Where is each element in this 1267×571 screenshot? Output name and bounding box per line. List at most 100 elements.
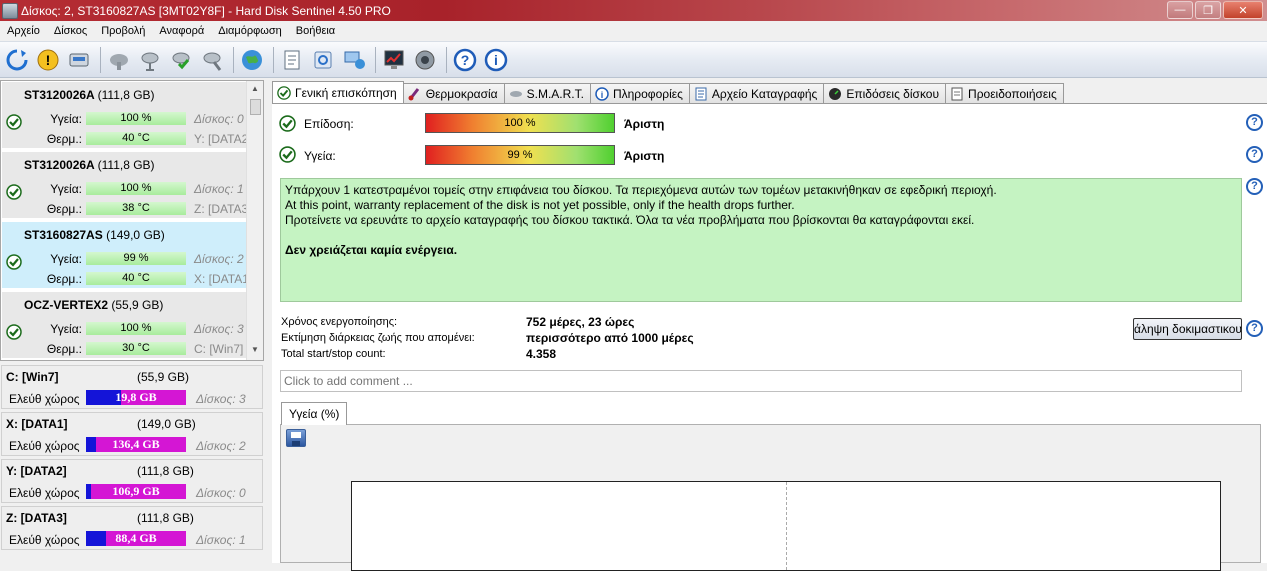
tab-label: S.M.A.R.T. bbox=[526, 86, 584, 101]
tab-health-chart[interactable]: Υγεία (%) bbox=[281, 402, 348, 425]
comment-input[interactable] bbox=[280, 370, 1242, 392]
drive-icon[interactable] bbox=[65, 46, 93, 74]
title-bar: Δίσκος: 2, ST3160827AS [3MT02Y8F] - Hard… bbox=[0, 0, 1267, 21]
toolbar-separator bbox=[375, 46, 376, 73]
disk-card-1[interactable]: ST3120026A (111,8 GB) Υγεία: 100 % Δίσκο… bbox=[2, 152, 248, 220]
free-space-label: Ελεύθ χώρος bbox=[9, 392, 80, 406]
volume-disk: Δίσκος: 2 bbox=[196, 439, 246, 453]
cloud-disk-icon[interactable] bbox=[105, 46, 133, 74]
warning-icon[interactable]: ! bbox=[34, 46, 62, 74]
scroll-up-arrow-icon[interactable]: ▲ bbox=[251, 84, 259, 93]
disk-number: Δίσκος: 2 bbox=[194, 252, 244, 266]
lifetime-label: Εκτίμηση διάρκειας ζωής που απομένει: bbox=[281, 332, 475, 344]
health-bar: 99 % bbox=[425, 145, 615, 165]
tab-bar: Γενική επισκόπηση Θερμοκρασία S.M.A.R.T.… bbox=[272, 81, 1064, 103]
volume-size: (55,9 GB) bbox=[137, 370, 190, 384]
tab-label: Γενική επισκόπηση bbox=[295, 85, 397, 100]
scroll-thumb[interactable] bbox=[250, 99, 261, 115]
scroll-down-arrow-icon[interactable]: ▼ bbox=[251, 345, 259, 354]
free-space-label: Ελεύθ χώρος bbox=[9, 533, 80, 547]
volume-item-1[interactable]: X: [DATA1] (149,0 GB) Ελεύθ χώρος 136,4 … bbox=[1, 412, 263, 456]
save-icon[interactable] bbox=[286, 429, 306, 447]
disk-name: ST3120026A bbox=[24, 88, 95, 102]
temp-label: Θερμ.: bbox=[46, 272, 82, 286]
tab-temperature[interactable]: Θερμοκρασία bbox=[402, 83, 505, 103]
free-space-bar: 106,9 GB bbox=[86, 484, 186, 499]
menu-view[interactable]: Προβολή bbox=[94, 25, 152, 37]
tab-information[interactable]: i Πληροφορίες bbox=[589, 83, 690, 103]
help-icon[interactable]: ? bbox=[451, 46, 479, 74]
disk-card-2[interactable]: ST3160827AS (149,0 GB) Υγεία: 99 % Δίσκο… bbox=[2, 222, 249, 290]
message-line: Υπάρχουν 1 κατεστραμένοι τομείς στην επι… bbox=[285, 183, 997, 197]
maximize-button[interactable]: ❐ bbox=[1195, 1, 1221, 19]
check-icon bbox=[6, 184, 22, 203]
svg-text:i: i bbox=[494, 52, 498, 68]
disk-name: ST3120026A bbox=[24, 158, 95, 172]
close-button[interactable]: ✕ bbox=[1223, 1, 1263, 19]
menu-configuration[interactable]: Διαμόρφωση bbox=[211, 25, 289, 37]
free-space-value: 19,8 GB bbox=[115, 390, 157, 404]
tab-smart[interactable]: S.M.A.R.T. bbox=[503, 83, 591, 103]
disk-number: Δίσκος: 1 bbox=[194, 182, 244, 196]
test-button[interactable]: άληψη δοκιμαστικου bbox=[1133, 318, 1242, 340]
help-icon[interactable]: ? bbox=[1246, 146, 1263, 163]
temp-label: Θερμ.: bbox=[46, 202, 82, 216]
disk-check-icon[interactable] bbox=[167, 46, 195, 74]
volume-size: (149,0 GB) bbox=[137, 417, 196, 431]
tab-performance[interactable]: Επιδόσεις δίσκου bbox=[823, 83, 947, 103]
monitor-chart-icon[interactable] bbox=[380, 46, 408, 74]
volume-item-0[interactable]: C: [Win7] (55,9 GB) Ελεύθ χώρος 19,8 GB … bbox=[1, 365, 263, 409]
window-controls: — ❐ ✕ bbox=[1167, 1, 1263, 19]
disk-card-3[interactable]: OCZ-VERTEX2 (55,9 GB) Υγεία: 100 % Δίσκο… bbox=[2, 292, 246, 360]
tab-overview[interactable]: Γενική επισκόπηση bbox=[272, 81, 404, 103]
volume-ref: Y: [DATA2 bbox=[194, 132, 249, 146]
svg-text:i: i bbox=[601, 90, 604, 100]
free-space-bar: 136,4 GB bbox=[86, 437, 186, 452]
help-icon[interactable]: ? bbox=[1246, 320, 1263, 337]
globe-icon[interactable] bbox=[238, 46, 266, 74]
tab-alerts[interactable]: Προειδοποιήσεις bbox=[945, 83, 1064, 103]
check-icon bbox=[279, 115, 296, 135]
disk-network-icon[interactable] bbox=[136, 46, 164, 74]
health-label: Υγεία: bbox=[50, 322, 82, 336]
gauge-icon bbox=[828, 87, 842, 101]
speaker-icon[interactable] bbox=[411, 46, 439, 74]
network-monitor-icon[interactable] bbox=[340, 46, 368, 74]
tab-label: Επιδόσεις δίσκου bbox=[846, 86, 940, 101]
temp-label: Θερμ.: bbox=[46, 342, 82, 356]
performance-rating: Άριστη bbox=[624, 117, 665, 131]
health-rating: Άριστη bbox=[624, 149, 665, 163]
volume-size: (111,8 GB) bbox=[137, 511, 194, 525]
menu-report[interactable]: Αναφορά bbox=[152, 25, 211, 37]
disk-card-0[interactable]: ST3120026A (111,8 GB) Υγεία: 100 % Δίσκο… bbox=[2, 82, 249, 150]
health-bar: 100 % bbox=[86, 182, 186, 195]
disk-list-scrollbar[interactable]: ▲ ▼ bbox=[246, 81, 263, 360]
sync-icon[interactable] bbox=[309, 46, 337, 74]
report-icon[interactable] bbox=[278, 46, 306, 74]
volume-item-2[interactable]: Y: [DATA2] (111,8 GB) Ελεύθ χώρος 106,9 … bbox=[1, 459, 263, 503]
volume-item-3[interactable]: Z: [DATA3] (111,8 GB) Ελεύθ χώρος 88,4 G… bbox=[1, 506, 263, 550]
thermometer-icon bbox=[408, 87, 422, 101]
menu-disk[interactable]: Δίσκος bbox=[47, 25, 94, 37]
log-icon bbox=[694, 87, 708, 101]
menu-file[interactable]: Αρχείο bbox=[0, 25, 47, 37]
disk-smart-icon bbox=[509, 87, 523, 101]
volume-ref: X: [DATA1 bbox=[194, 272, 249, 286]
performance-bar: 100 % bbox=[425, 113, 615, 133]
toolbar-separator bbox=[273, 46, 274, 73]
disk-name: OCZ-VERTEX2 bbox=[24, 298, 109, 312]
status-message-box: Υπάρχουν 1 κατεστραμένοι τομείς στην επι… bbox=[280, 178, 1242, 302]
help-icon[interactable]: ? bbox=[1246, 114, 1263, 131]
menu-help[interactable]: Βοήθεια bbox=[289, 25, 342, 37]
health-label: Υγεία: bbox=[50, 252, 82, 266]
help-icon[interactable]: ? bbox=[1246, 178, 1263, 195]
tab-log[interactable]: Αρχείο Καταγραφής bbox=[688, 83, 825, 103]
disk-settings-icon[interactable] bbox=[198, 46, 226, 74]
volume-name: C: [Win7] bbox=[6, 370, 59, 384]
info-icon[interactable]: i bbox=[482, 46, 510, 74]
volume-name: Z: [DATA3] bbox=[6, 511, 67, 525]
free-space-label: Ελεύθ χώρος bbox=[9, 439, 80, 453]
tab-label: Θερμοκρασία bbox=[425, 86, 498, 101]
refresh-icon[interactable] bbox=[3, 46, 31, 74]
minimize-button[interactable]: — bbox=[1167, 1, 1193, 19]
